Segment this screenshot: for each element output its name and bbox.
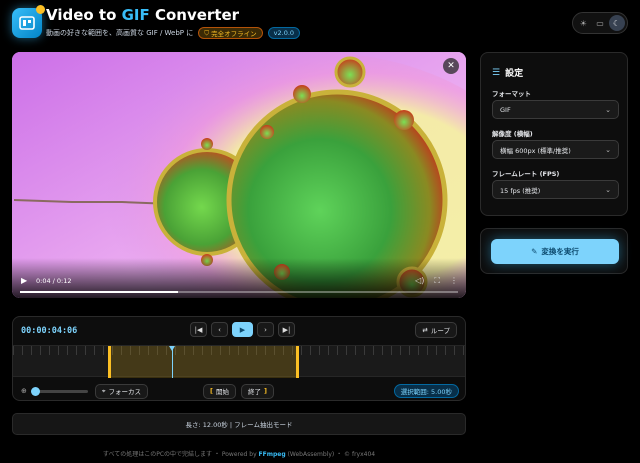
bracket-close-icon: ] [264,387,268,395]
app-subtitle: 動画の好きな範囲を、高画質な GIF / WebP に [46,29,194,37]
magic-wand-icon: ✎ [531,247,538,256]
crosshair-icon: ⌖ [101,386,106,395]
timeline-tools: ⊕ ⌖ フォーカス [開始 終了] 選択範囲: 5.00秒 [21,383,459,399]
set-end-button[interactable]: 終了] [241,383,275,399]
play-button[interactable]: ▶ [232,322,253,337]
playhead[interactable] [168,346,175,378]
selection-start-handle[interactable] [108,346,112,378]
version-badge: v2.0.0 [267,27,301,39]
video-progress-fill [20,291,178,293]
settings-panel: ☰ 設定 フォーマット GIF ⌄ 解像度 (横幅) 横幅 600px (標準/推奨… [480,52,628,216]
format-label: フォーマット [492,90,531,98]
info-bar: 長さ: 12.00秒 | フレーム抽出モード [12,413,466,435]
offline-badge: ⛉ 完全オフライン [198,27,263,39]
chevron-down-icon: ⌄ [605,145,611,154]
video-progress-bar[interactable] [20,291,458,293]
prev-frame-button[interactable]: ‹ [211,322,228,337]
focus-button[interactable]: ⌖ フォーカス [94,383,149,399]
convert-button[interactable]: ✎ 変換を実行 [491,239,619,264]
transport-controls: |◀ ‹ ▶ › ▶| [190,322,295,337]
fps-select[interactable]: 15 fps (推奨) ⌄ [492,180,619,199]
zoom-icon: ⊕ [21,387,27,395]
selection-end-handle[interactable] [295,346,299,378]
app-header: Video to GIF Converter 動画の好きな範囲を、高画質な GI… [12,5,628,44]
chevron-down-icon: ⌄ [605,185,611,194]
bracket-open-icon: [ [210,387,214,395]
moon-icon[interactable]: ☾ [608,15,625,31]
zoom-slider-knob[interactable] [30,386,40,396]
footer: すべての処理はこのPCの中で完結します ・ Powered by FFmpeg … [102,451,376,458]
selection-range[interactable] [109,346,298,378]
theme-switcher: ☀ ▭ ☾ [572,12,628,34]
video-controls: ▶ 0:04 / 0:12 ◁) ⛶ ⋮ [12,258,466,298]
next-frame-button[interactable]: › [257,322,274,337]
fps-label: フレームレート (FPS) [492,170,560,178]
app-title: Video to GIF Converter [46,6,240,24]
resolution-select[interactable]: 横幅 600px (標準/推奨) ⌄ [492,140,619,159]
ffmpeg-link[interactable]: FFmpeg [259,451,286,458]
close-video-button[interactable]: ✕ [443,58,459,74]
sliders-icon: ☰ [492,67,501,78]
resolution-label: 解像度 (横幅) [492,130,533,138]
skip-to-end-button[interactable]: ▶| [278,322,295,337]
loop-button[interactable]: ⇄ ループ [415,322,457,338]
timeline-track[interactable] [13,345,465,378]
selection-duration-badge: 選択範囲: 5.00秒 [393,384,459,398]
logo-dot-icon [36,5,45,14]
convert-card: ✎ 変換を実行 [480,228,628,274]
skip-to-start-button[interactable]: |◀ [190,322,207,337]
format-select[interactable]: GIF ⌄ [492,100,619,119]
loop-icon: ⇄ [422,326,428,334]
shield-icon: ⛉ [204,28,210,37]
video-player[interactable]: ✕ ▶ 0:04 / 0:12 ◁) ⛶ ⋮ [12,52,466,298]
sun-icon[interactable]: ☀ [575,15,591,31]
set-start-button[interactable]: [開始 [203,383,237,399]
volume-icon[interactable]: ◁) [415,276,424,286]
timecode-display: 00:00:04:06 [21,326,78,336]
more-options-icon[interactable]: ⋮ [450,276,458,286]
chevron-down-icon: ⌄ [605,105,611,114]
video-time-display: 0:04 / 0:12 [36,277,72,285]
fullscreen-icon[interactable]: ⛶ [434,276,440,286]
zoom-slider[interactable] [30,386,88,396]
timeline-panel: 00:00:04:06 |◀ ‹ ▶ › ▶| ⇄ ループ ⊕ ⌖ フォーカス [開… [12,316,466,401]
app-logo [12,5,45,38]
monitor-icon[interactable]: ▭ [592,15,608,31]
settings-heading: 設定 [505,69,524,79]
video-play-icon[interactable]: ▶ [21,276,27,285]
